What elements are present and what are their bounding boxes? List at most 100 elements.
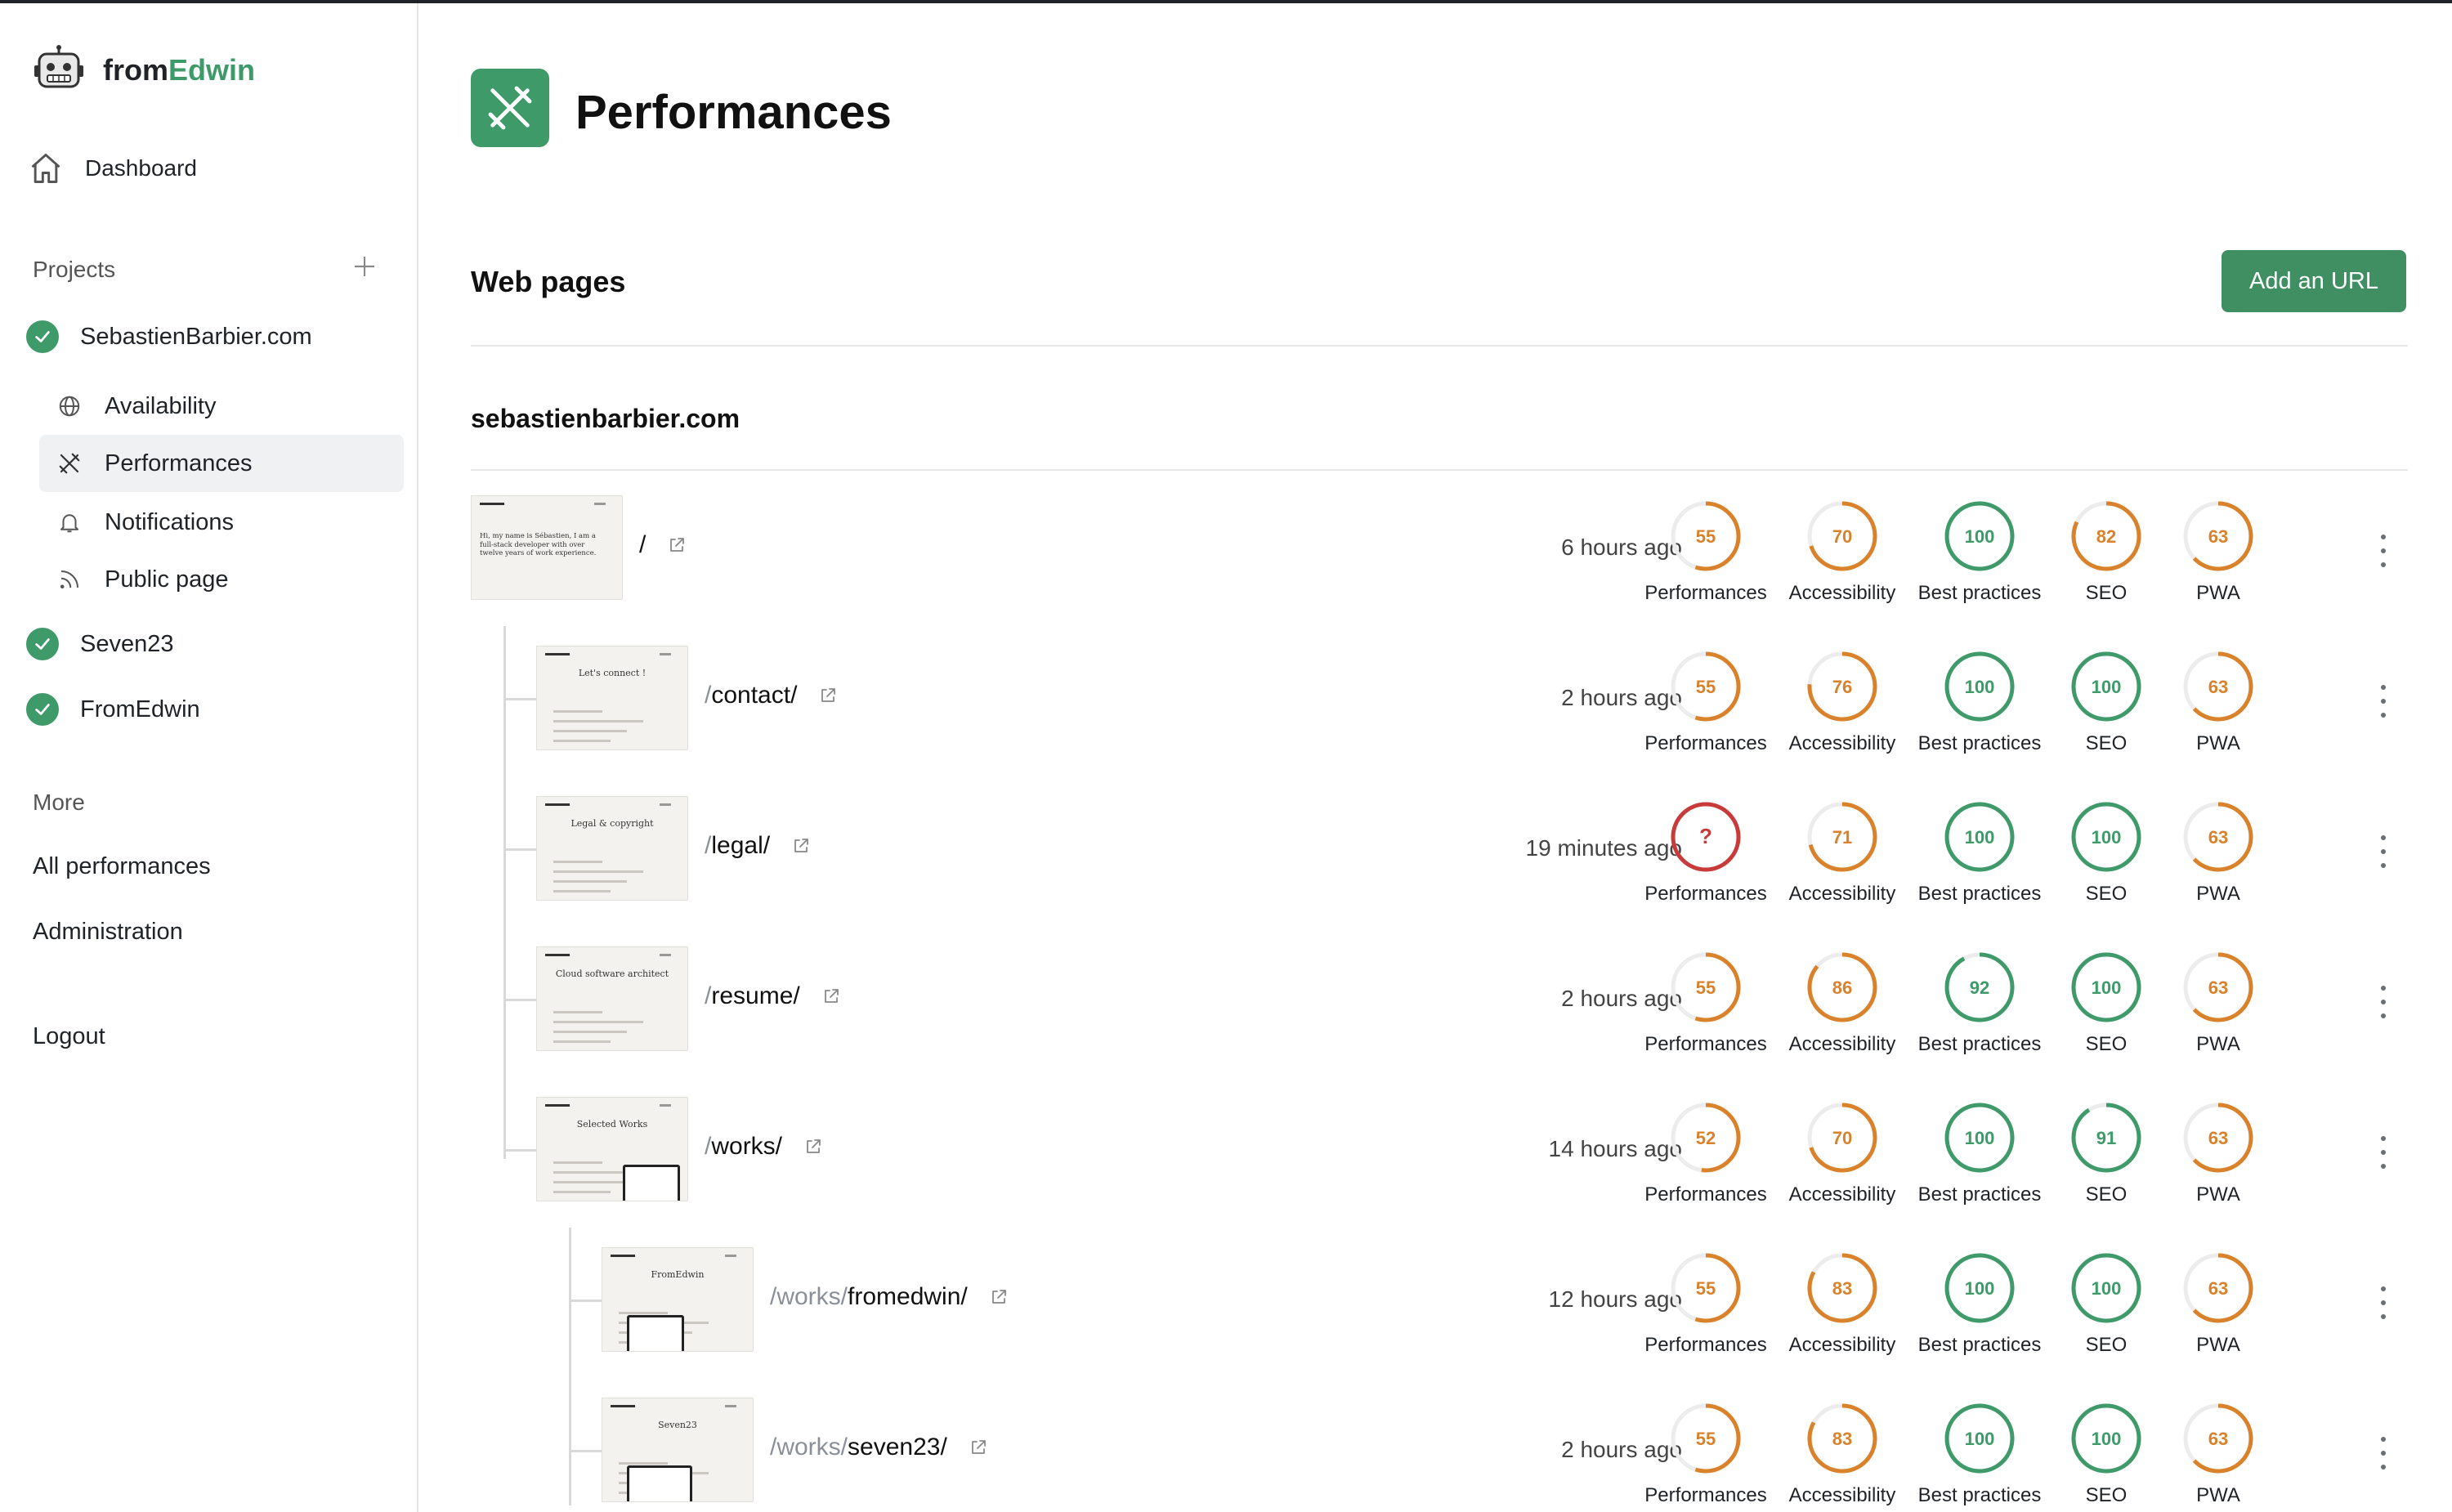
score-accessibility[interactable]: 83 Accessibility bbox=[1773, 1249, 1912, 1357]
tools-icon bbox=[59, 453, 80, 474]
row-menu-kebab-icon[interactable] bbox=[2375, 535, 2392, 567]
thumbnail-heading: Selected Works bbox=[576, 1119, 648, 1130]
link-administration[interactable]: Administration bbox=[33, 919, 183, 946]
subnav-public-page[interactable]: Public page bbox=[39, 551, 404, 608]
score-accessibility[interactable]: 83 Accessibility bbox=[1773, 1399, 1912, 1507]
score-performances[interactable]: 55 Performances bbox=[1636, 647, 1775, 755]
project-fromedwin[interactable]: FromEdwin bbox=[26, 693, 200, 726]
subnav-label: Public page bbox=[105, 566, 229, 593]
page-row[interactable]: Seven23/works/ seven23/2 hours ago 55 Perf… bbox=[418, 1378, 2452, 1512]
page-row[interactable]: FromEdwin/works/ fromedwin/12 hours ago 5… bbox=[418, 1228, 2452, 1378]
score-best-practices[interactable]: 100 Best practices bbox=[1910, 1098, 2049, 1206]
score-best-practices[interactable]: 92 Best practices bbox=[1910, 948, 2049, 1056]
page-path[interactable]: / contact/ bbox=[705, 682, 838, 709]
score-best-practices[interactable]: 100 Best practices bbox=[1910, 497, 2049, 605]
link-logout[interactable]: Logout bbox=[33, 1023, 105, 1050]
page-row[interactable]: Legal & copyright / legal/19 minutes ago?… bbox=[418, 776, 2452, 927]
add-url-button[interactable]: Add an URL bbox=[2222, 250, 2406, 312]
page-thumbnail[interactable]: Hi, my name is Sébastien, I am a full-st… bbox=[471, 495, 623, 600]
external-link-icon[interactable] bbox=[791, 836, 811, 856]
score-gauge: 92 bbox=[1944, 952, 2015, 1022]
project-sebastienbarbier[interactable]: SebastienBarbier.com bbox=[26, 320, 312, 353]
score-gauge: 100 bbox=[1944, 1403, 2015, 1474]
link-all-performances[interactable]: All performances bbox=[33, 853, 211, 880]
brand[interactable]: fromEdwin bbox=[33, 44, 255, 96]
row-menu-kebab-icon[interactable] bbox=[2375, 1286, 2392, 1319]
score-accessibility[interactable]: 76 Accessibility bbox=[1773, 647, 1912, 755]
page-thumbnail[interactable]: Cloud software architect bbox=[536, 946, 688, 1051]
page-path[interactable]: / bbox=[639, 531, 687, 559]
row-menu-kebab-icon[interactable] bbox=[2375, 1437, 2392, 1470]
score-label: Accessibility bbox=[1788, 883, 1896, 905]
score-gauge: 82 bbox=[2071, 501, 2141, 571]
robot-logo-icon bbox=[34, 45, 83, 88]
score-gauge: 71 bbox=[1807, 802, 1877, 872]
bell-icon bbox=[60, 514, 78, 533]
external-link-icon[interactable] bbox=[969, 1438, 988, 1457]
score-best-practices[interactable]: 100 Best practices bbox=[1910, 647, 2049, 755]
page-thumbnail[interactable]: FromEdwin bbox=[602, 1247, 754, 1352]
score-best-practices[interactable]: 100 Best practices bbox=[1910, 798, 2049, 906]
page-thumbnail[interactable]: Selected Works bbox=[536, 1097, 688, 1201]
brand-accent: Edwin bbox=[168, 53, 255, 87]
score-value: 100 bbox=[2092, 677, 2122, 697]
score-pwa[interactable]: 63 PWA bbox=[2149, 497, 2288, 605]
score-pwa[interactable]: 63 PWA bbox=[2149, 798, 2288, 906]
score-pwa[interactable]: 63 PWA bbox=[2149, 1399, 2288, 1507]
row-menu-kebab-icon[interactable] bbox=[2375, 685, 2392, 718]
page-path[interactable]: / works/ bbox=[705, 1133, 823, 1161]
score-pwa[interactable]: 63 PWA bbox=[2149, 948, 2288, 1056]
page-path[interactable]: /works/ fromedwin/ bbox=[770, 1283, 1009, 1311]
score-value: 55 bbox=[1696, 677, 1716, 697]
tree-connector bbox=[503, 626, 506, 1159]
score-accessibility[interactable]: 70 Accessibility bbox=[1773, 1098, 1912, 1206]
page-row[interactable]: Hi, my name is Sébastien, I am a full-st… bbox=[418, 476, 2452, 626]
score-performances[interactable]: 55 Performances bbox=[1636, 1249, 1775, 1357]
external-link-icon[interactable] bbox=[989, 1287, 1009, 1307]
row-menu-kebab-icon[interactable] bbox=[2375, 835, 2392, 868]
score-value: 52 bbox=[1696, 1128, 1716, 1148]
score-best-practices[interactable]: 100 Best practices bbox=[1910, 1249, 2049, 1357]
score-gauge: 55 bbox=[1671, 1403, 1741, 1474]
path-segment: fromedwin/ bbox=[848, 1283, 968, 1310]
score-value: 55 bbox=[1696, 526, 1716, 547]
main-content: Performances Web pages Add an URL sebast… bbox=[418, 3, 2452, 1512]
page-path[interactable]: /works/ seven23/ bbox=[770, 1434, 988, 1461]
page-path[interactable]: / resume/ bbox=[705, 982, 841, 1010]
page-path[interactable]: / legal/ bbox=[705, 832, 811, 860]
add-project-plus-icon[interactable] bbox=[351, 253, 378, 280]
score-gauge: 63 bbox=[2183, 1403, 2253, 1474]
score-performances[interactable]: 55 Performances bbox=[1636, 1399, 1775, 1507]
row-menu-kebab-icon[interactable] bbox=[2375, 986, 2392, 1018]
subnav-performances[interactable]: Performances bbox=[39, 435, 404, 492]
score-value: 55 bbox=[1696, 1429, 1716, 1449]
score-pwa[interactable]: 63 PWA bbox=[2149, 647, 2288, 755]
score-gauge: 63 bbox=[2183, 1253, 2253, 1323]
project-seven23[interactable]: Seven23 bbox=[26, 628, 174, 660]
score-accessibility[interactable]: 71 Accessibility bbox=[1773, 798, 1912, 906]
subnav-notifications[interactable]: Notifications bbox=[39, 494, 404, 551]
score-accessibility[interactable]: 70 Accessibility bbox=[1773, 497, 1912, 605]
score-value: 82 bbox=[2096, 526, 2116, 547]
score-pwa[interactable]: 63 PWA bbox=[2149, 1098, 2288, 1206]
external-link-icon[interactable] bbox=[821, 986, 841, 1006]
row-menu-kebab-icon[interactable] bbox=[2375, 1136, 2392, 1169]
score-performances[interactable]: ? Performances bbox=[1636, 798, 1775, 906]
external-link-icon[interactable] bbox=[818, 686, 838, 705]
page-thumbnail[interactable]: Legal & copyright bbox=[536, 796, 688, 901]
page-row[interactable]: Let's connect ! / contact/2 hours ago 55 Pe… bbox=[418, 626, 2452, 776]
score-pwa[interactable]: 63 PWA bbox=[2149, 1249, 2288, 1357]
page-row[interactable]: Cloud software architect / resume/2 hours… bbox=[418, 927, 2452, 1077]
subnav-availability[interactable]: Availability bbox=[39, 378, 404, 435]
nav-dashboard[interactable]: Dashboard bbox=[28, 150, 197, 186]
score-accessibility[interactable]: 86 Accessibility bbox=[1773, 948, 1912, 1056]
page-thumbnail[interactable]: Seven23 bbox=[602, 1398, 754, 1502]
score-performances[interactable]: 55 Performances bbox=[1636, 948, 1775, 1056]
external-link-icon[interactable] bbox=[667, 535, 687, 555]
score-best-practices[interactable]: 100 Best practices bbox=[1910, 1399, 2049, 1507]
page-row[interactable]: Selected Works / works/14 hours ago 52 Perf… bbox=[418, 1077, 2452, 1228]
score-performances[interactable]: 55 Performances bbox=[1636, 497, 1775, 605]
score-performances[interactable]: 52 Performances bbox=[1636, 1098, 1775, 1206]
external-link-icon[interactable] bbox=[803, 1137, 823, 1156]
page-thumbnail[interactable]: Let's connect ! bbox=[536, 646, 688, 750]
